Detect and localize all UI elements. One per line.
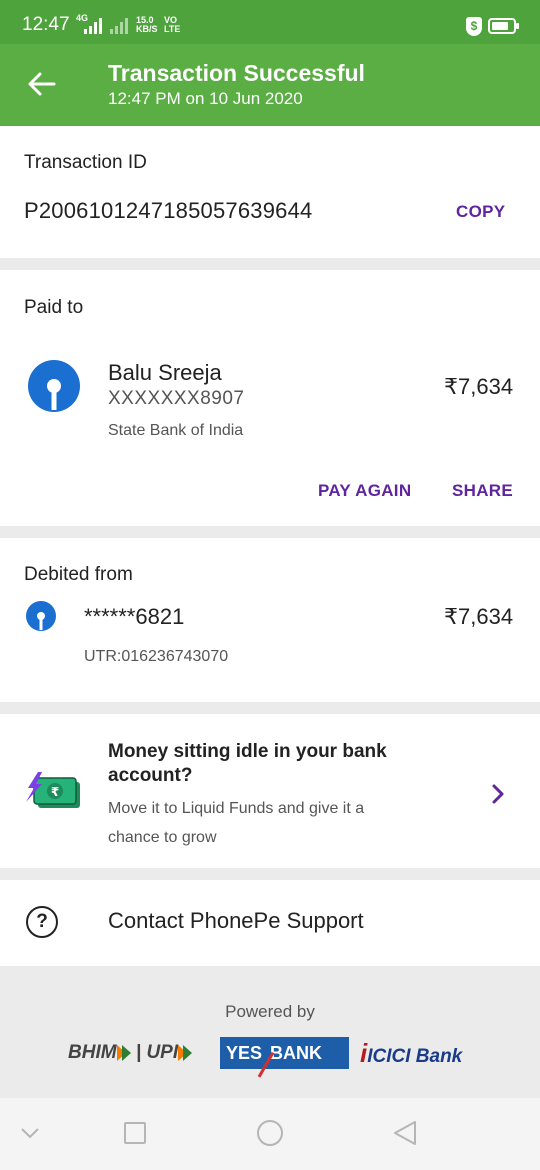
contact-support-row[interactable]: ? Contact PhonePe Support [0, 880, 540, 966]
powered-by-label: Powered by [225, 1002, 315, 1021]
app-header: Transaction Successful 12:47 PM on 10 Ju… [0, 44, 540, 126]
home-button[interactable] [257, 1120, 283, 1146]
promo-description: Move it to Liquid Funds and give it a ch… [108, 800, 365, 846]
page-title: Transaction Successful [108, 60, 365, 86]
signal-strength-2-icon [110, 18, 130, 34]
back-arrow-icon[interactable] [26, 68, 58, 100]
recent-apps-button[interactable] [124, 1122, 146, 1144]
sbi-logo-icon [28, 360, 80, 412]
yes-bank-logo: YES BANK [220, 1037, 349, 1078]
transaction-id-label: Transaction ID [24, 152, 147, 173]
battery-icon [488, 18, 519, 34]
chevron-right-icon[interactable] [486, 782, 510, 806]
paid-to-label: Paid to [24, 297, 84, 318]
transaction-id-value: P2006101247185057639644 [24, 198, 313, 223]
copy-button[interactable]: COPY [456, 202, 505, 222]
promo-title: Money sitting idle in your bank account? [108, 741, 387, 786]
debited-from-card: Debited from ******6821 ₹7,634 UTR:01623… [0, 538, 540, 702]
contact-support-label: Contact PhonePe Support [108, 908, 364, 933]
sbi-logo-small-icon [26, 601, 56, 631]
paid-amount: ₹7,634 [444, 374, 514, 399]
debited-from-label: Debited from [24, 564, 133, 585]
paid-to-card: Paid to Balu Sreeja XXXXXXX8907 State Ba… [0, 270, 540, 526]
network-speed: 15.0 KB/S [136, 15, 158, 34]
status-time: 12:47 [22, 14, 70, 35]
volte-indicator: VO LTE [164, 15, 181, 34]
share-button[interactable]: SHARE [452, 481, 513, 501]
back-triangle-icon[interactable] [392, 1120, 418, 1146]
icici-bank-logo: iICICI Bank [360, 1038, 463, 1068]
debited-amount: ₹7,634 [444, 604, 514, 629]
security-shield-icon: $ [466, 17, 482, 36]
payee-name: Balu Sreeja [108, 360, 222, 385]
payee-bank: State Bank of India [108, 422, 244, 439]
transaction-datetime: 12:47 PM on 10 Jun 2020 [108, 89, 303, 108]
transaction-id-card: Transaction ID P2006101247185057639644 C… [0, 126, 540, 258]
svg-text:₹: ₹ [51, 785, 59, 799]
liquid-funds-promo[interactable]: ₹ Money sitting idle in your bank accoun… [0, 714, 540, 868]
chevron-down-icon[interactable] [20, 1126, 40, 1140]
payee-account: XXXXXXX8907 [108, 388, 245, 409]
system-nav-bar [0, 1098, 540, 1170]
utr-number: UTR:016236743070 [84, 648, 229, 665]
status-bar: 12:47 4G 15.0 KB/S VO LTE $ [0, 0, 540, 44]
money-bolt-icon: ₹ [26, 772, 80, 808]
signal-strength-icon [84, 18, 104, 34]
help-circle-icon: ? [26, 906, 58, 938]
pay-again-button[interactable]: PAY AGAIN [318, 481, 411, 501]
bhim-upi-logo: BHIM | UPI [68, 1037, 210, 1069]
debit-account: ******6821 [84, 604, 185, 629]
